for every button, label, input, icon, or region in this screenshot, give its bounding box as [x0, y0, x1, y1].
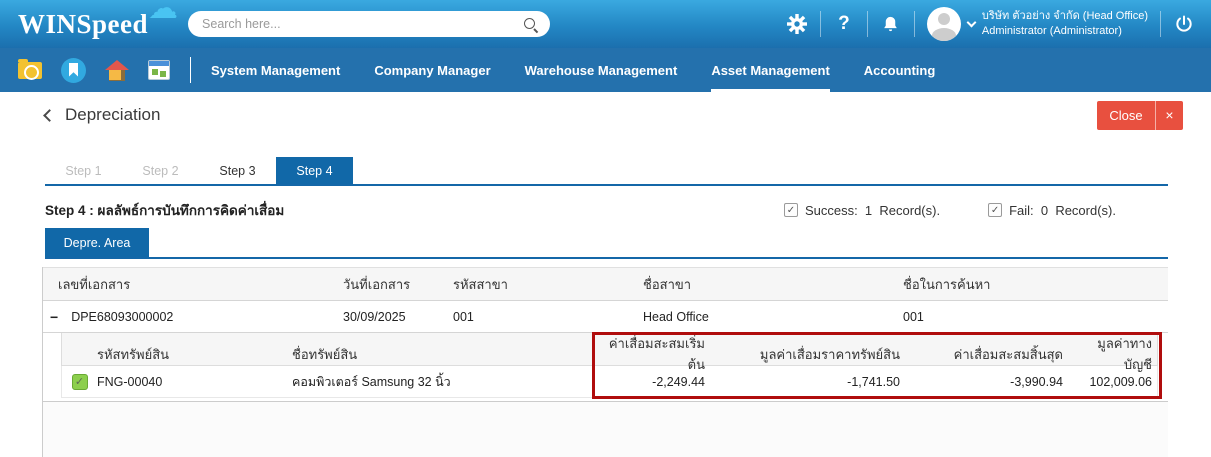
menu-divider	[190, 57, 191, 83]
tab-step-1[interactable]: Step 1	[45, 157, 122, 184]
end-accum-value: -3,990.94	[907, 375, 1070, 389]
menu-asset-management[interactable]: Asset Management	[711, 48, 829, 92]
top-bar: WINSpeed ☁ ?	[0, 0, 1211, 48]
tab-step-2[interactable]: Step 2	[122, 157, 199, 184]
header-begin-accum: ค่าเสื่อมสะสมเริ่มต้น	[595, 333, 712, 375]
tab-depre-area[interactable]: Depre. Area	[45, 228, 149, 257]
bookmark-icon[interactable]	[61, 58, 86, 83]
menu-system-management[interactable]: System Management	[211, 48, 340, 92]
topbar-divider	[914, 11, 915, 37]
step4-caption-row: Step 4 : ผลลัพธ์การบันทึกการคิดค่าเสื่อม…	[45, 199, 1168, 221]
app-logo-text: WINSpeed	[18, 9, 148, 39]
module-menu: System Management Company Manager Wareho…	[211, 48, 935, 92]
dep-amount-value: -1,741.50	[712, 375, 907, 389]
user-menu[interactable]: บริษัท ตัวอย่าง จำกัด (Head Office) Admi…	[927, 7, 1148, 41]
header-asset-name: ชื่อทรัพย์สิน	[292, 344, 595, 365]
global-search[interactable]	[188, 11, 550, 37]
company-name: บริษัท ตัวอย่าง จำกัด (Head Office)	[982, 10, 1148, 22]
asset-table-header: รหัสทรัพย์สิน ชื่อทรัพย์สิน ค่าเสื่อมสะส…	[61, 333, 1158, 366]
empty-detail-panel	[43, 401, 1168, 457]
search-icon[interactable]	[523, 17, 538, 32]
branch-name: Head Office	[643, 310, 903, 324]
success-summary: ✓ Success: 1 Record(s).	[784, 203, 940, 218]
step4-label: Step 4 :	[45, 203, 94, 218]
header-doc-no: เลขที่เอกสาร	[43, 274, 343, 295]
back-chevron-icon[interactable]	[43, 109, 56, 122]
topbar-divider	[867, 11, 868, 37]
begin-accum-value: -2,249.44	[595, 375, 712, 389]
branch-code: 001	[453, 310, 643, 324]
history-folder-icon[interactable]	[18, 62, 42, 79]
step4-caption: Step 4 : ผลลัพธ์การบันทึกการคิดค่าเสื่อม	[45, 199, 284, 221]
menu-company-manager[interactable]: Company Manager	[374, 48, 490, 92]
step-tabs: Step 1 Step 2 Step 3 Step 4	[45, 157, 1168, 186]
cloud-icon: ☁	[148, 0, 178, 24]
fail-text: Fail: 0 Record(s).	[1009, 203, 1116, 218]
header-asset-code: รหัสทรัพย์สิน	[97, 344, 292, 365]
chevron-down-icon[interactable]	[966, 18, 976, 28]
header-dep-amount: มูลค่าเสื่อมราคาทรัพย์สิน	[712, 344, 907, 365]
page-title: Depreciation	[65, 105, 160, 125]
asset-subtable: รหัสทรัพย์สิน ชื่อทรัพย์สิน ค่าเสื่อมสะส…	[61, 333, 1158, 398]
header-search-name: ชื่อในการค้นหา	[903, 274, 1168, 295]
step4-caption-text: ผลลัพธ์การบันทึกการคิดค่าเสื่อม	[98, 203, 285, 218]
page-content: Depreciation Close × Step 1 Step 2 Step …	[0, 92, 1211, 457]
header-branch-code: รหัสสาขา	[453, 274, 643, 295]
book-value: 102,009.06	[1070, 375, 1159, 389]
success-text: Success: 1 Record(s).	[805, 203, 940, 218]
close-button-group: Close ×	[1097, 101, 1183, 130]
asset-code: FNG-00040	[97, 375, 292, 389]
document-row[interactable]: − DPE68093000002 30/09/2025 001 Head Off…	[43, 301, 1168, 333]
user-role: Administrator (Administrator)	[982, 25, 1122, 37]
page-header: Depreciation Close ×	[0, 92, 1211, 138]
user-info: บริษัท ตัวอย่าง จำกัด (Head Office) Admi…	[982, 9, 1148, 39]
logout-power-icon[interactable]	[1173, 14, 1195, 34]
help-icon[interactable]: ?	[833, 13, 855, 35]
menu-accounting[interactable]: Accounting	[864, 48, 936, 92]
close-x-icon[interactable]: ×	[1155, 101, 1183, 130]
fail-checkbox[interactable]: ✓	[988, 203, 1002, 217]
header-end-accum: ค่าเสื่อมสะสมสิ้นสุด	[907, 344, 1070, 365]
close-button[interactable]: Close	[1097, 101, 1155, 130]
header-doc-date: วันที่เอกสาร	[343, 274, 453, 295]
home-icon[interactable]	[105, 60, 129, 81]
main-menu-bar: System Management Company Manager Wareho…	[0, 48, 1211, 92]
header-book-value: มูลค่าทางบัญชี	[1070, 333, 1159, 375]
success-check-icon: ✓	[72, 374, 88, 390]
quick-access-icons	[18, 48, 170, 92]
topbar-divider	[1160, 11, 1161, 37]
doc-no: DPE68093000002	[71, 310, 173, 324]
asset-name: คอมพิวเตอร์ Samsung 32 นิ้ว	[292, 372, 595, 392]
doc-date: 30/09/2025	[343, 310, 453, 324]
results-grid: เลขที่เอกสาร วันที่เอกสาร รหัสสาขา ชื่อส…	[42, 267, 1168, 457]
doc-no-cell: − DPE68093000002	[43, 310, 343, 324]
document-table-header: เลขที่เอกสาร วันที่เอกสาร รหัสสาขา ชื่อส…	[43, 267, 1168, 301]
search-name: 001	[903, 310, 1168, 324]
tab-step-3[interactable]: Step 3	[199, 157, 276, 184]
header-branch-name: ชื่อสาขา	[643, 274, 903, 295]
fail-summary: ✓ Fail: 0 Record(s).	[988, 203, 1116, 218]
notifications-bell-icon[interactable]	[880, 14, 902, 34]
search-input[interactable]	[202, 17, 523, 31]
calendar-icon[interactable]	[148, 60, 170, 80]
topbar-divider	[820, 11, 821, 37]
app-logo: WINSpeed ☁	[18, 9, 174, 40]
tab-step-4[interactable]: Step 4	[276, 157, 353, 184]
area-tab-row: Depre. Area	[45, 228, 1168, 259]
topbar-actions: ? บริษัท ตัวอย่าง จำกัด (Head Office) Ad…	[786, 7, 1195, 41]
result-summary: ✓ Success: 1 Record(s). ✓ Fail: 0 Record…	[784, 203, 1168, 218]
menu-warehouse-management[interactable]: Warehouse Management	[525, 48, 678, 92]
success-checkbox[interactable]: ✓	[784, 203, 798, 217]
settings-gear-icon[interactable]	[786, 14, 808, 34]
user-avatar[interactable]	[927, 7, 961, 41]
asset-status-cell: ✓	[62, 374, 97, 390]
collapse-minus-icon[interactable]: −	[50, 310, 58, 324]
